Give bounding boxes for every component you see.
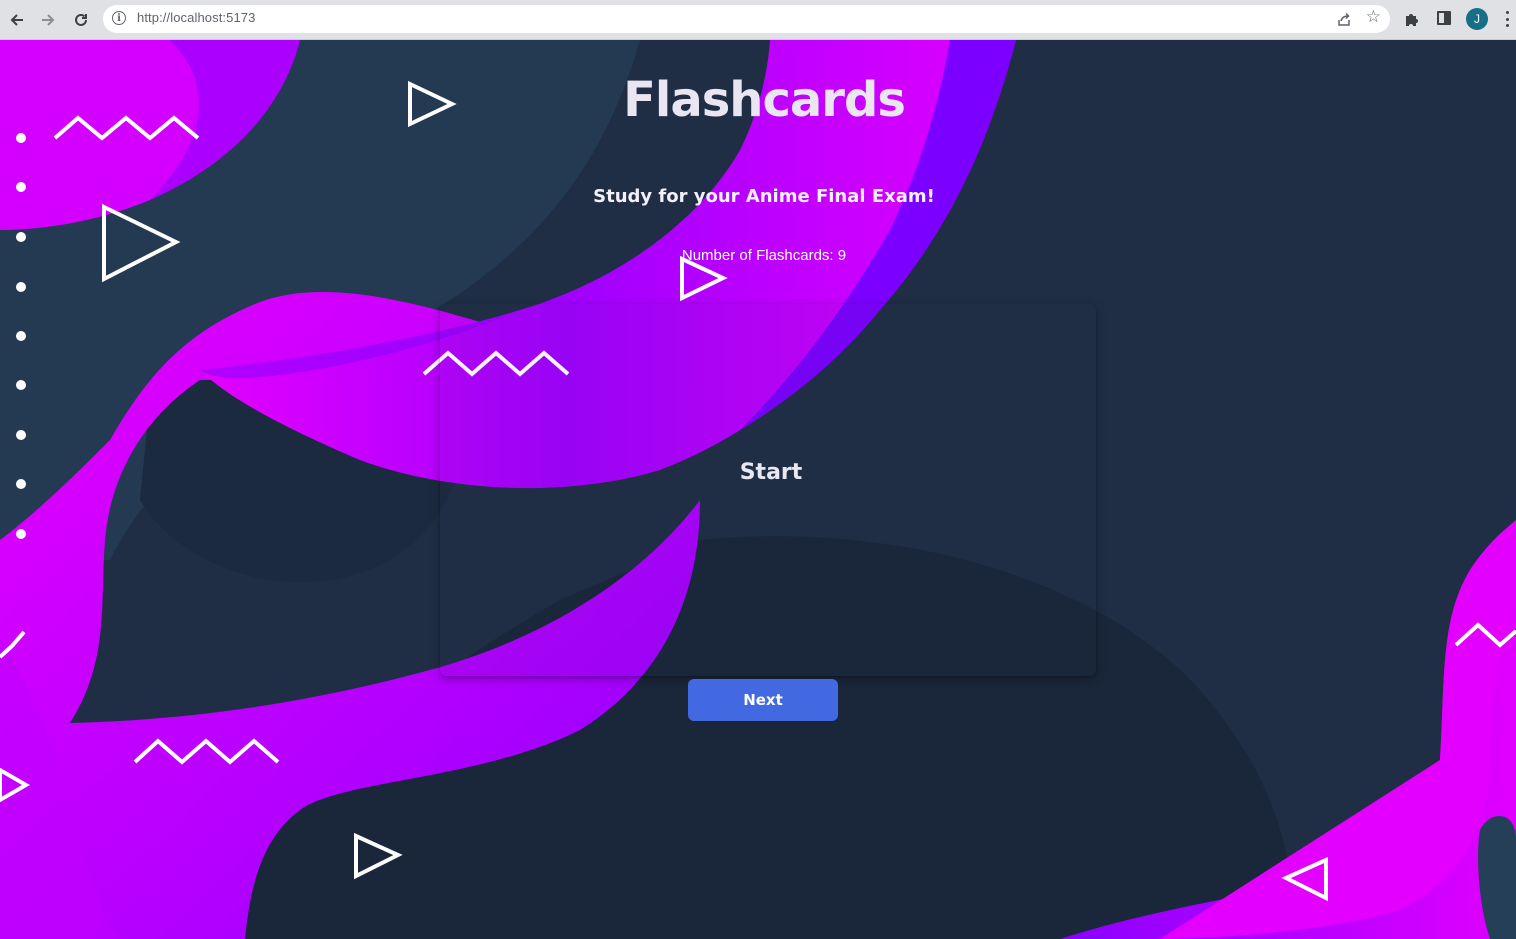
flashcard-count-label: Number of Flashcards: bbox=[681, 247, 834, 264]
puzzle-icon[interactable] bbox=[1404, 11, 1420, 27]
flashcard[interactable]: Start bbox=[440, 304, 1096, 676]
next-button[interactable]: Next bbox=[688, 679, 838, 721]
page-title: Flashcards bbox=[623, 72, 906, 128]
info-icon[interactable]: i bbox=[112, 11, 126, 25]
browser-toolbar: i http://localhost:5173 ☆ J bbox=[0, 0, 1516, 40]
arrow-left-icon bbox=[10, 14, 23, 26]
arrow-right-icon bbox=[42, 14, 55, 26]
url-text[interactable]: http://localhost:5173 bbox=[137, 10, 255, 25]
avatar[interactable]: J bbox=[1466, 8, 1488, 30]
star-icon[interactable]: ☆ bbox=[1366, 9, 1381, 26]
page-content: Flashcards Study for your Anime Final Ex… bbox=[0, 40, 1516, 939]
share-icon[interactable] bbox=[1336, 11, 1352, 27]
page-subtitle: Study for your Anime Final Exam! bbox=[593, 186, 935, 207]
address-bar[interactable]: i http://localhost:5173 ☆ bbox=[103, 5, 1390, 33]
flashcard-count: Number of Flashcards: 9 bbox=[0, 247, 1516, 264]
side-panel-icon[interactable] bbox=[1437, 11, 1451, 25]
forward-button[interactable] bbox=[37, 9, 59, 31]
flashcard-text: Start bbox=[739, 460, 803, 485]
back-button[interactable] bbox=[6, 9, 28, 31]
reload-icon bbox=[75, 13, 87, 26]
flashcard-count-value: 9 bbox=[837, 247, 847, 264]
kebab-menu-icon[interactable] bbox=[1499, 10, 1515, 28]
reload-button[interactable] bbox=[70, 9, 92, 31]
